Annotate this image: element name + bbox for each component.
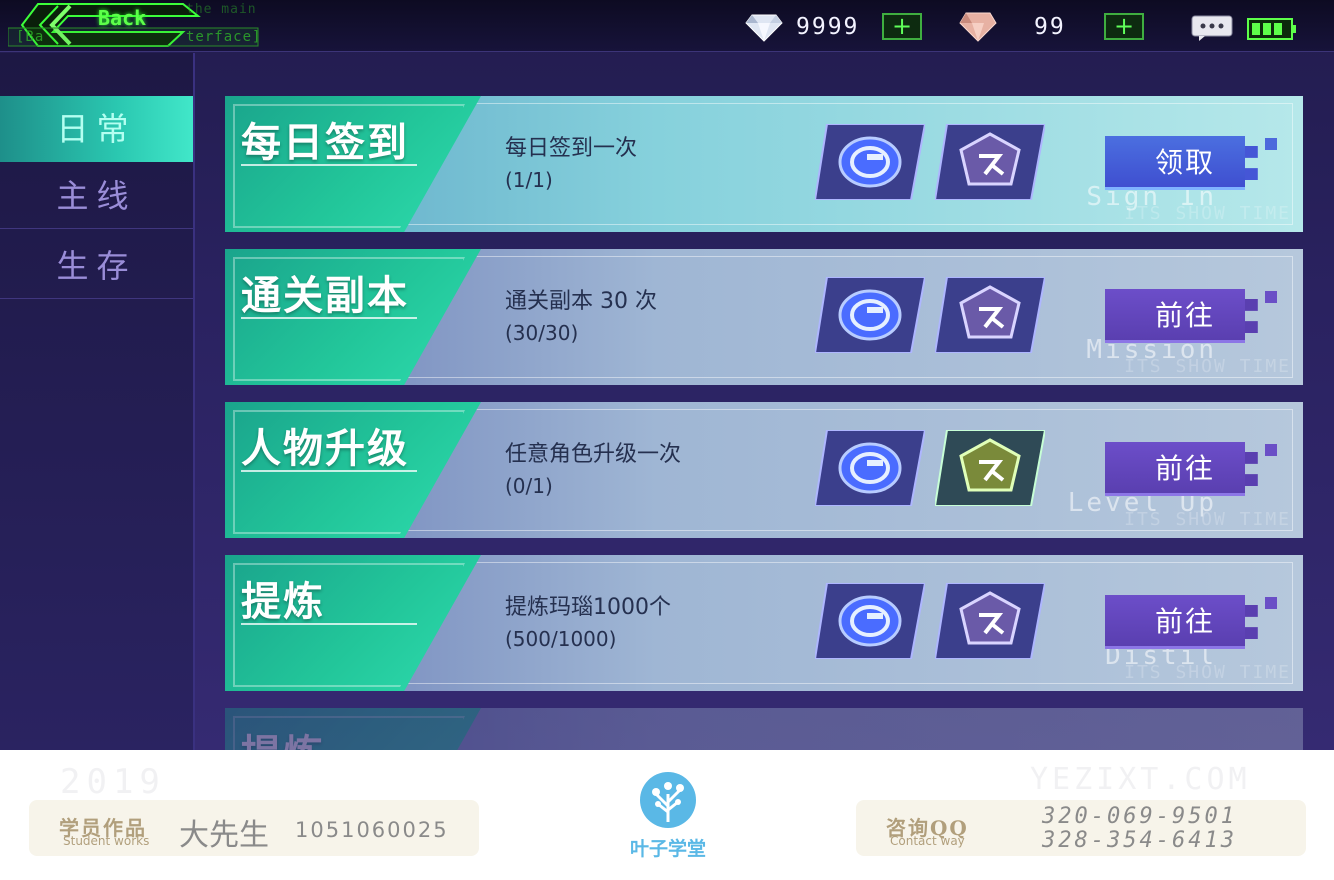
contact-card: 咨询QQ Contact way 320-069-9501 328-354-64… <box>856 800 1306 856</box>
title-divider <box>241 317 417 319</box>
contact-number-2: 328-354-6413 <box>1042 828 1237 853</box>
task-title: 提炼 <box>241 579 325 625</box>
title-divider <box>241 623 417 625</box>
go-button-label: 前往 <box>1154 299 1215 332</box>
sidebar-item-survival[interactable]: 生存 <box>0 233 193 299</box>
task-progress: (500/1000) <box>505 627 617 651</box>
student-card: 学员作品 Student works 大先生 1051060025 <box>29 800 479 856</box>
task-card-distil: 提炼 Distil 提炼玛瑙1000个 (500/1000) 前往 ITS SH… <box>225 555 1303 691</box>
back-sub-label-right: terface] <box>186 29 262 45</box>
top-bar: Back [Ba terface] the main 9999 + 99 + <box>0 0 1334 52</box>
tree-logo-icon <box>640 772 696 828</box>
reward-coin-icon[interactable] <box>815 583 925 659</box>
go-button-label: 前往 <box>1154 452 1215 485</box>
gem-value: 99 <box>1034 14 1066 40</box>
task-description: 任意角色升级一次 <box>505 442 682 467</box>
button-dot <box>1265 597 1277 609</box>
diamond-counter: 9999 + <box>744 9 924 43</box>
student-works-sub: Student works <box>63 834 150 848</box>
card-watermark: ITS SHOW TIME <box>1124 509 1291 530</box>
task-title: 人物升级 <box>241 426 409 472</box>
sidebar-item-main[interactable]: 主线 <box>0 163 193 229</box>
task-progress: (1/1) <box>505 168 553 192</box>
card-watermark: ITS SHOW TIME <box>1124 662 1291 683</box>
category-sidebar: 日常 主线 生存 <box>0 53 195 750</box>
reward-shield-icon[interactable] <box>935 277 1045 353</box>
task-card-level-up: 人物升级 Level Up 任意角色升级一次 (0/1) 前往 ITS SHOW… <box>225 402 1303 538</box>
reward-coin-icon[interactable] <box>815 430 925 506</box>
task-card-mission: 通关副本 Mission 通关副本 30 次 (30/30) 前往 ITS SH… <box>225 249 1303 385</box>
diamond-value: 9999 <box>796 14 860 40</box>
task-title: 通关副本 <box>241 273 409 319</box>
task-card-sign-in: 每日签到 Sign In 每日签到一次 (1/1) 领取 ITS SHOW TI… <box>225 96 1303 232</box>
contact-sub: Contact way <box>890 834 965 848</box>
reward-coin-icon[interactable] <box>815 277 925 353</box>
go-button[interactable]: 前往 <box>1105 289 1277 343</box>
game-screen: Back [Ba terface] the main 9999 + 99 + 日… <box>0 0 1334 750</box>
claim-button[interactable]: 领取 <box>1105 136 1277 190</box>
plus-icon: + <box>1113 12 1135 40</box>
card-watermark: ITS SHOW TIME <box>1124 356 1291 377</box>
task-description: 提炼玛瑙1000个 <box>505 595 671 620</box>
reward-shield-icon[interactable] <box>935 583 1045 659</box>
footer-year: 2019 <box>60 762 166 802</box>
sidebar-item-daily[interactable]: 日常 <box>0 96 193 162</box>
diamond-icon <box>745 14 783 42</box>
footer-site: YEZIXT.COM <box>1030 762 1251 797</box>
button-dot <box>1265 444 1277 456</box>
go-button[interactable]: 前往 <box>1105 595 1277 649</box>
button-dot <box>1265 291 1277 303</box>
go-button[interactable]: 前往 <box>1105 442 1277 496</box>
back-label: Back <box>98 6 147 30</box>
plus-icon: + <box>891 12 913 40</box>
reward-coin-icon[interactable] <box>815 124 925 200</box>
contact-number-1: 320-069-9501 <box>1042 804 1237 829</box>
card-watermark: ITS SHOW TIME <box>1124 203 1291 224</box>
reward-shield-icon[interactable] <box>935 430 1045 506</box>
task-title: 每日签到 <box>241 120 409 166</box>
task-progress: (30/30) <box>505 321 579 345</box>
footer: 2019 YEZIXT.COM 学员作品 Student works 大先生 1… <box>0 750 1334 880</box>
go-button-label: 前往 <box>1154 605 1215 638</box>
reward-shield-icon[interactable] <box>935 124 1045 200</box>
back-sub-label-left: [Ba <box>16 29 45 45</box>
back-ghost-label: the main <box>186 2 257 17</box>
task-title: 提炼 <box>241 722 325 750</box>
chat-icon[interactable] <box>1191 15 1233 41</box>
back-button[interactable]: Back [Ba terface] the main <box>8 2 270 48</box>
title-divider <box>241 470 417 472</box>
task-progress: (0/1) <box>505 474 553 498</box>
logo-text: 叶子学堂 <box>629 838 706 860</box>
claim-button-label: 领取 <box>1154 146 1215 179</box>
gem-icon <box>959 12 997 42</box>
school-logo: 叶子学堂 <box>628 772 708 860</box>
title-divider <box>241 164 417 166</box>
add-gem-button[interactable]: + <box>1104 13 1144 40</box>
task-description: 通关副本 30 次 <box>505 289 657 314</box>
gem-counter: 99 + <box>958 9 1146 43</box>
add-diamond-button[interactable]: + <box>882 13 922 40</box>
battery-icon <box>1247 18 1296 40</box>
student-name: 大先生 <box>179 818 269 853</box>
student-id: 1051060025 <box>295 818 449 842</box>
task-card-partial: 提炼 <box>225 708 1303 750</box>
button-dot <box>1265 138 1277 150</box>
task-description: 每日签到一次 <box>505 136 638 161</box>
